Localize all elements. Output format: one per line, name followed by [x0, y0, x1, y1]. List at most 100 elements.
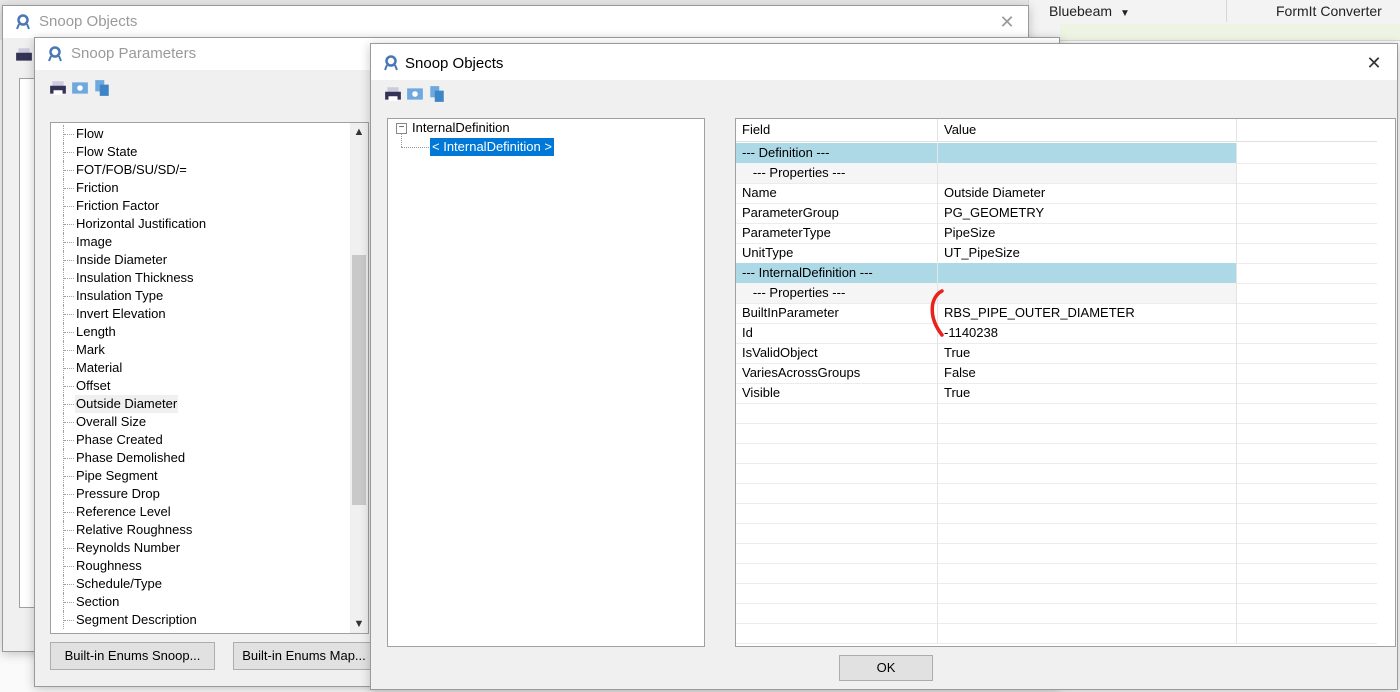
print-icon[interactable] [49, 79, 67, 97]
column-header-value[interactable]: Value [938, 119, 1237, 141]
parameter-label: Flow [76, 126, 104, 141]
title-bar[interactable]: Snoop Objects ✕ [371, 44, 1397, 80]
field-cell: BuiltInParameter [736, 303, 938, 323]
scrollbar-thumb[interactable] [352, 255, 366, 505]
value-cell: UT_PipeSize [938, 243, 1237, 263]
field-cell: ParameterGroup [736, 203, 938, 223]
print-icon[interactable] [384, 85, 402, 103]
copy-icon[interactable] [93, 79, 111, 97]
grid-empty-row [736, 503, 1377, 524]
field-cell: ParameterType [736, 223, 938, 243]
grid-row[interactable]: UnitType UT_PipeSize [736, 243, 1377, 264]
parameter-list[interactable]: Flow Flow State FOT/FOB/SU/SD/= Friction Fri… [50, 122, 369, 634]
ribbon-tab-bluebeam[interactable]: Bluebeam ▼ [1049, 3, 1130, 19]
vertical-scrollbar[interactable]: ▲ ▼ [350, 123, 368, 633]
toolbar [49, 79, 139, 101]
tree-node-root[interactable]: InternalDefinition [412, 119, 510, 137]
field-cell: UnitType [736, 243, 938, 263]
value-cell [938, 623, 1237, 643]
object-tree[interactable]: − InternalDefinition < InternalDefinitio… [387, 118, 705, 647]
grid-row[interactable]: Name Outside Diameter [736, 183, 1377, 204]
value-cell: False [938, 363, 1237, 383]
window-title: Snoop Objects [39, 13, 138, 30]
parameter-label: Invert Elevation [76, 306, 166, 321]
field-cell: Id [736, 323, 938, 343]
tree-connector [64, 440, 74, 441]
value-cell: -1140238 [938, 323, 1237, 343]
field-cell [736, 543, 938, 563]
value-cell: True [938, 383, 1237, 403]
builtin-enums-map-button[interactable]: Built-in Enums Map... [233, 642, 375, 670]
grid-row[interactable]: ParameterGroup PG_GEOMETRY [736, 203, 1377, 224]
grid-section-row[interactable]: --- InternalDefinition --- [736, 263, 1377, 284]
grid-section-row[interactable]: --- Properties --- [736, 163, 1377, 184]
field-cell [736, 443, 938, 463]
parameter-label: Pressure Drop [76, 486, 160, 501]
field-cell [736, 403, 938, 423]
value-cell: RBS_PIPE_OUTER_DIAMETER [938, 303, 1237, 323]
parameter-label: Pipe Segment [76, 468, 158, 483]
grid-row[interactable]: Visible True [736, 383, 1377, 404]
parameter-label: Phase Created [76, 432, 163, 447]
tree-connector [64, 206, 74, 207]
field-cell: IsValidObject [736, 343, 938, 363]
grid-row[interactable]: ParameterType PipeSize [736, 223, 1377, 244]
print-icon[interactable] [15, 46, 33, 64]
value-cell [938, 503, 1237, 523]
tree-connector [64, 602, 74, 603]
parameter-label: Section [76, 594, 120, 609]
scroll-down-icon[interactable]: ▼ [350, 615, 368, 633]
tree-connector [64, 170, 74, 171]
grid-empty-row [736, 543, 1377, 564]
snoop-icon [16, 14, 30, 30]
parameter-label: Reference Level [76, 504, 171, 519]
grid-empty-row [736, 403, 1377, 424]
value-cell [938, 583, 1237, 603]
parameter-label: Horizontal Justification [76, 216, 207, 231]
parameter-label: Flow State [76, 144, 138, 159]
close-button[interactable]: ✕ [1364, 53, 1384, 73]
grid-row[interactable]: Id -1140238 [736, 323, 1377, 344]
grid-section-row[interactable]: --- Properties --- [736, 283, 1377, 304]
title-bar[interactable]: Snoop Objects ✕ [3, 6, 1028, 38]
grid-header: Field Value [736, 119, 1377, 142]
scroll-up-icon[interactable]: ▲ [350, 123, 368, 141]
preview-icon[interactable] [71, 79, 89, 97]
grid-empty-row [736, 623, 1377, 644]
ok-button[interactable]: OK [839, 655, 933, 681]
value-cell [938, 143, 1237, 163]
field-cell [736, 503, 938, 523]
field-cell [736, 423, 938, 443]
parameter-label: Image [76, 234, 113, 249]
builtin-enums-snoop-button[interactable]: Built-in Enums Snoop... [50, 642, 215, 670]
tree-connector [64, 188, 74, 189]
properties-grid[interactable]: Field Value --- Definition --- --- Prope… [735, 118, 1396, 647]
grid-row[interactable]: BuiltInParameter RBS_PIPE_OUTER_DIAMETER [736, 303, 1377, 324]
tree-node-selected[interactable]: < InternalDefinition > [430, 138, 554, 156]
tree-connector [64, 494, 74, 495]
column-header-field[interactable]: Field [736, 119, 938, 141]
field-cell: --- InternalDefinition --- [736, 263, 938, 283]
red-annotation-mark [930, 289, 944, 337]
grid-row[interactable]: VariesAcrossGroups False [736, 363, 1377, 384]
ribbon-tab-formit[interactable]: FormIt Converter [1276, 3, 1382, 19]
grid-empty-row [736, 523, 1377, 544]
grid-section-row[interactable]: --- Definition --- [736, 143, 1377, 164]
tree-connector [64, 350, 74, 351]
tree-connector [64, 530, 74, 531]
tree-connector [64, 476, 74, 477]
close-button[interactable]: ✕ [997, 12, 1017, 32]
snoop-icon [48, 46, 62, 62]
window-title: Snoop Objects [405, 55, 504, 72]
value-cell [938, 483, 1237, 503]
value-cell: Outside Diameter [938, 183, 1237, 203]
copy-icon[interactable] [428, 85, 446, 103]
field-cell [736, 563, 938, 583]
parameter-label: Friction [76, 180, 119, 195]
field-cell [736, 603, 938, 623]
tree-connector [64, 260, 74, 261]
tree-connector [64, 620, 74, 621]
preview-icon[interactable] [406, 85, 424, 103]
value-cell [938, 263, 1237, 283]
grid-row[interactable]: IsValidObject True [736, 343, 1377, 364]
